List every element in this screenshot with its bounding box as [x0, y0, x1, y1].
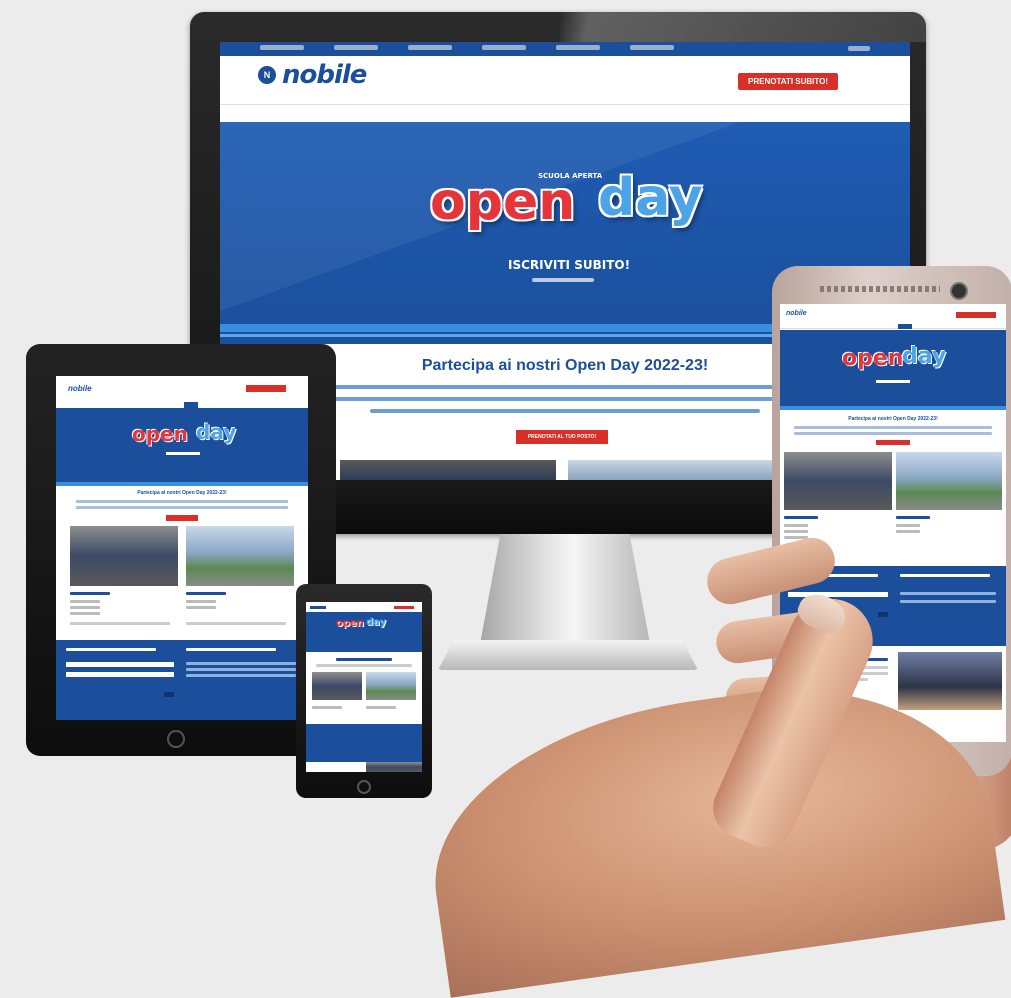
phone-section-title: Partecipa ai nostri Open Day 2022-23! — [848, 416, 938, 422]
paragraph-line — [370, 409, 760, 413]
paragraph-line — [320, 385, 820, 389]
nav-item-active[interactable] — [220, 104, 910, 124]
phone-cta-button[interactable] — [956, 312, 996, 318]
book-now-button[interactable]: PRENOTATI SUBITO! — [738, 73, 838, 90]
tablet-hero-open: open — [132, 422, 188, 446]
paragraph-line — [310, 397, 830, 401]
phone-reserve-button[interactable] — [876, 440, 910, 445]
tablet-hero-day: day — [196, 420, 237, 444]
mini-tablet-home-button[interactable] — [357, 780, 371, 794]
phone-photo-3 — [898, 652, 1002, 710]
phone-logo[interactable]: nobile — [786, 310, 807, 317]
phone-hero-open: open — [842, 346, 904, 371]
phone-hero-day: day — [902, 344, 947, 369]
phone-photo-2 — [896, 452, 1002, 510]
tablet-section-title: Partecipa ai nostri Open Day 2022-23! — [137, 490, 227, 496]
tablet-home-button[interactable] — [167, 730, 185, 748]
hero-date-line — [532, 278, 594, 282]
monitor-gloss — [560, 12, 926, 42]
hero-day-word: day — [598, 168, 703, 228]
tablet-logo[interactable]: nobile — [68, 384, 92, 393]
school-photo-1 — [340, 460, 556, 480]
tablet-screen: nobile open day Partecipa ai nostri Open… — [56, 376, 308, 720]
school-photo-2 — [568, 460, 784, 480]
mini-hero-open: open — [336, 618, 364, 629]
phone-camera-icon — [950, 282, 968, 300]
hero-subscribe-text: ISCRIVITI SUBITO! — [508, 258, 631, 272]
monitor-stand-base — [438, 640, 698, 670]
tablet-photo-1 — [70, 526, 178, 586]
tablet-photo-2 — [186, 526, 294, 586]
phone-speaker — [820, 286, 940, 292]
hero-open-word: open — [430, 172, 576, 232]
monitor-stand — [480, 534, 650, 644]
tablet-reserve-button[interactable] — [166, 515, 198, 521]
logo-icon: N — [258, 66, 276, 84]
site-logo[interactable]: nobile — [282, 60, 367, 90]
phone-photo-1 — [784, 452, 892, 510]
tablet-hero — [56, 408, 308, 486]
reserve-spot-button[interactable]: PRENOTATI AL TUO POSTO! — [516, 430, 608, 444]
top-utility-bar — [220, 42, 910, 56]
mini-hero-day: day — [366, 617, 387, 628]
tablet-footer-form — [56, 640, 308, 720]
mini-tablet-screen: open day — [306, 602, 422, 772]
tablet-cta-button[interactable] — [246, 385, 286, 392]
